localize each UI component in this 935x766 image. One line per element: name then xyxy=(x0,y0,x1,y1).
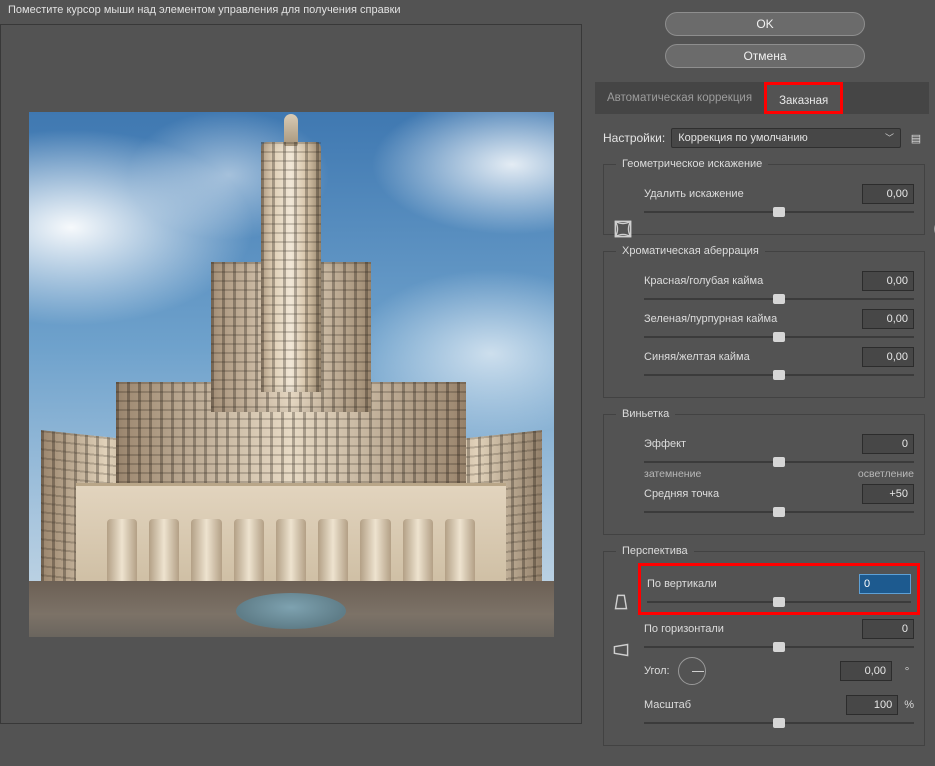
group-chromatic: Хроматическая аберрация Красная/голубая … xyxy=(603,245,925,398)
red-cyan-slider[interactable] xyxy=(644,293,914,305)
scale-input[interactable] xyxy=(846,695,898,715)
scale-label: Масштаб xyxy=(644,699,846,711)
persp-horz-input[interactable] xyxy=(862,619,914,639)
persp-vert-slider[interactable] xyxy=(647,596,911,608)
remove-distortion-label: Удалить искажение xyxy=(644,188,862,200)
preview-image[interactable] xyxy=(29,112,554,637)
persp-vert-input[interactable] xyxy=(859,574,911,594)
vignette-light-label: осветление xyxy=(858,468,914,480)
red-cyan-input[interactable] xyxy=(862,271,914,291)
tab-auto[interactable]: Автоматическая коррекция xyxy=(595,82,764,114)
remove-distortion-slider[interactable] xyxy=(644,206,914,218)
scale-slider[interactable] xyxy=(644,717,914,729)
settings-dropdown[interactable]: Коррекция по умолчанию xyxy=(671,128,901,148)
red-cyan-label: Красная/голубая кайма xyxy=(644,275,862,287)
controls-panel: OK Отмена Автоматическая коррекция Заказ… xyxy=(595,0,935,725)
green-magenta-label: Зеленая/пурпурная кайма xyxy=(644,313,862,325)
remove-distortion-input[interactable] xyxy=(862,184,914,204)
angle-input[interactable] xyxy=(840,661,892,681)
cancel-button[interactable]: Отмена xyxy=(665,44,865,68)
group-geometric: Геометрическое искажение Удалить искажен… xyxy=(603,158,925,235)
vignette-effect-slider[interactable] xyxy=(644,456,914,468)
group-vignette: Виньетка Эффект затемнение осветление Ср… xyxy=(603,408,925,535)
scale-percent: % xyxy=(904,699,914,711)
green-magenta-input[interactable] xyxy=(862,309,914,329)
vignette-effect-label: Эффект xyxy=(644,438,862,450)
group-perspective: Перспектива По вертикали По горизонтали xyxy=(603,545,925,746)
legend-perspective: Перспектива xyxy=(616,545,694,557)
vignette-dark-label: затемнение xyxy=(644,468,701,480)
angle-degree-icon: ° xyxy=(900,664,914,678)
preview-area xyxy=(0,24,582,724)
persp-horz-label: По горизонтали xyxy=(644,623,862,635)
help-hint: Поместите курсор мыши над элементом упра… xyxy=(8,4,401,16)
vignette-mid-slider[interactable] xyxy=(644,506,914,518)
blue-yellow-label: Синяя/желтая кайма xyxy=(644,351,862,363)
persp-vert-up-icon[interactable] xyxy=(610,591,632,613)
vertical-highlight: По вертикали xyxy=(638,563,920,615)
legend-geometric: Геометрическое искажение xyxy=(616,158,768,170)
blue-yellow-input[interactable] xyxy=(862,347,914,367)
tab-bar: Автоматическая коррекция Заказная xyxy=(595,82,929,114)
angle-dial[interactable] xyxy=(678,657,706,685)
tab-custom[interactable]: Заказная xyxy=(764,82,843,114)
barrel-icon[interactable] xyxy=(612,218,634,240)
green-magenta-slider[interactable] xyxy=(644,331,914,343)
persp-vert-label: По вертикали xyxy=(647,578,859,590)
vignette-mid-input[interactable] xyxy=(862,484,914,504)
persp-horz-left-icon[interactable] xyxy=(610,639,632,661)
legend-chromatic: Хроматическая аберрация xyxy=(616,245,765,257)
ok-button[interactable]: OK xyxy=(665,12,865,36)
lens-correction-dialog: Поместите курсор мыши над элементом упра… xyxy=(0,0,935,725)
persp-horz-slider[interactable] xyxy=(644,641,914,653)
angle-label: Угол: xyxy=(644,665,670,677)
blue-yellow-slider[interactable] xyxy=(644,369,914,381)
legend-vignette: Виньетка xyxy=(616,408,675,420)
vignette-mid-label: Средняя точка xyxy=(644,488,862,500)
vignette-effect-input[interactable] xyxy=(862,434,914,454)
settings-label: Настройки: xyxy=(603,131,665,145)
panel-menu-icon[interactable]: ▤ xyxy=(907,132,925,145)
